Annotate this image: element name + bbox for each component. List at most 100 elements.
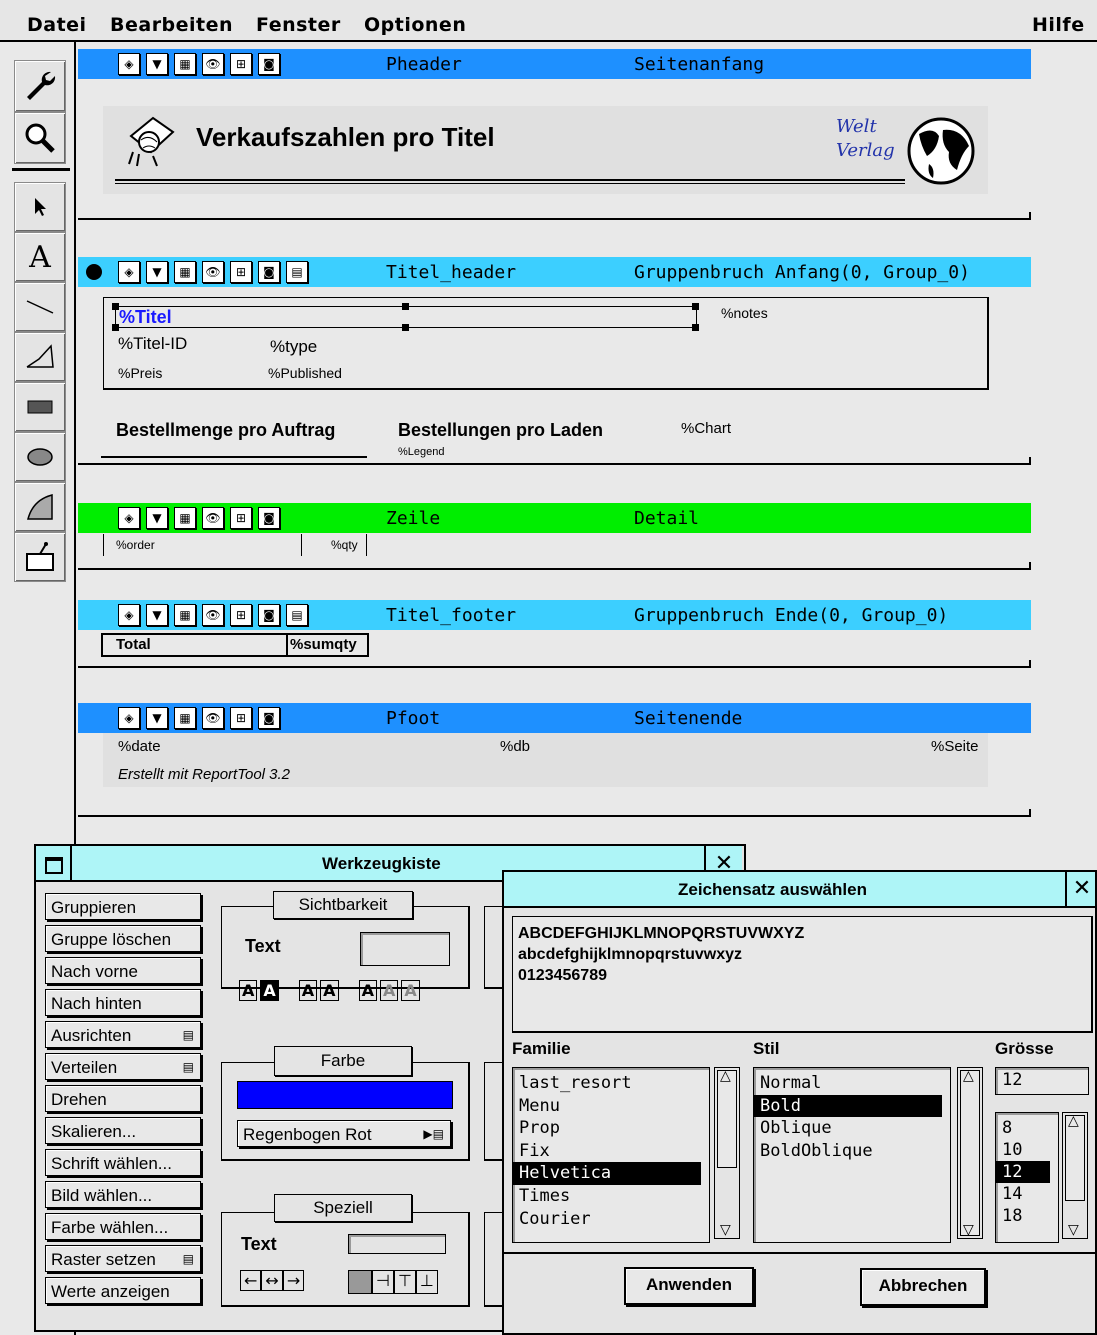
legend-field[interactable]: %Legend [398, 446, 445, 458]
list-item[interactable]: 8 [996, 1117, 1058, 1139]
align-left-icon[interactable]: ← [240, 1270, 262, 1291]
seite-field[interactable]: %Seite [931, 738, 979, 755]
image-tool[interactable] [14, 532, 66, 582]
werte-anzeigen-button[interactable]: Werte anzeigen [45, 1277, 201, 1304]
dropdown-triangle-icon[interactable]: ▼ [146, 604, 168, 626]
align-right-icon[interactable]: → [282, 1270, 305, 1291]
ausrichten-button[interactable]: Ausrichten ▤ [45, 1021, 201, 1048]
list-item-selected[interactable]: Bold [754, 1094, 942, 1118]
diamond-icon[interactable]: ◈ [118, 53, 140, 75]
eye-icon[interactable]: 👁 [202, 707, 224, 729]
skalieren-button[interactable]: Skalieren... [45, 1117, 201, 1144]
list-item[interactable]: 18 [996, 1205, 1058, 1227]
dropdown-triangle-icon[interactable]: ▼ [146, 53, 168, 75]
style-scrollbar[interactable]: △ ▽ [957, 1067, 983, 1239]
list-item[interactable]: 14 [996, 1183, 1058, 1205]
dropdown-triangle-icon[interactable]: ▼ [146, 707, 168, 729]
grid-icon[interactable]: ▦ [174, 261, 196, 283]
visible-box-icon[interactable]: ◙ [258, 507, 280, 529]
chart-field[interactable]: %Chart [681, 420, 731, 437]
border-left-icon[interactable]: ⊣ [372, 1270, 394, 1294]
scroll-up-icon[interactable]: △ [963, 1068, 974, 1084]
resize-handle[interactable] [112, 303, 119, 310]
list-item[interactable]: Oblique [754, 1117, 950, 1140]
resize-handle[interactable] [692, 303, 699, 310]
table-icon[interactable]: ▤ [286, 261, 308, 283]
credit-text[interactable]: Erstellt mit ReportTool 3.2 [118, 766, 290, 783]
eye-icon[interactable]: 👁 [202, 507, 224, 529]
size-input[interactable]: 12 [995, 1067, 1089, 1095]
family-list[interactable]: last_resort Menu Prop Fix Helvetica Time… [512, 1067, 710, 1243]
date-field[interactable]: %date [118, 738, 161, 755]
eye-icon[interactable]: 👁 [202, 604, 224, 626]
wrench-tool[interactable] [14, 60, 66, 112]
eye-icon[interactable]: 👁 [202, 53, 224, 75]
dropdown-triangle-icon[interactable]: ▼ [146, 507, 168, 529]
list-item[interactable]: Times [513, 1185, 709, 1208]
band-zeile[interactable]: ◈ ▼ ▦ 👁 ⊞ ◙ Zeile Detail [78, 503, 1031, 533]
grid-icon[interactable]: ▦ [174, 507, 196, 529]
band-titel-header[interactable]: ◈ ▼ ▦ 👁 ⊞ ◙ ▤ Titel_header Gruppenbruch … [78, 257, 1031, 287]
sumqty-field[interactable]: %sumqty [290, 636, 357, 653]
abbrechen-button[interactable]: Abbrechen [860, 1268, 986, 1306]
diamond-icon[interactable]: ◈ [118, 261, 140, 283]
align-center-icon[interactable]: ↔ [261, 1270, 283, 1291]
line-tool[interactable] [14, 282, 66, 332]
grid-icon[interactable]: ▦ [174, 604, 196, 626]
font-dialog-titlebar[interactable]: Zeichensatz auswählen ✕ [504, 872, 1095, 908]
border-bottom-icon[interactable]: ⊥ [415, 1270, 438, 1294]
published-field[interactable]: %Published [268, 365, 342, 381]
text-outline-icon[interactable]: A [379, 980, 399, 1001]
grid-icon[interactable]: ▦ [174, 53, 196, 75]
type-field[interactable]: %type [270, 337, 317, 357]
visible-box-icon[interactable]: ◙ [258, 604, 280, 626]
dotgrid-icon[interactable]: ⊞ [230, 507, 252, 529]
text-plain-icon[interactable]: A [320, 980, 339, 1001]
titel-field[interactable]: %Titel [119, 307, 172, 328]
list-item[interactable]: BoldOblique [754, 1140, 950, 1163]
drehen-button[interactable]: Drehen [45, 1085, 201, 1112]
size-list[interactable]: 8 10 12 14 18 [995, 1112, 1059, 1243]
border-fill-icon[interactable] [348, 1270, 372, 1294]
scroll-thumb[interactable] [717, 1070, 737, 1168]
border-top-icon[interactable]: ⊤ [393, 1270, 416, 1294]
band-pheader[interactable]: ◈ ▼ ▦ 👁 ⊞ ◙ Pheader Seitenanfang [78, 49, 1031, 79]
menu-hilfe[interactable]: Hilfe [1032, 14, 1085, 36]
window-menu-button[interactable] [36, 846, 72, 880]
menu-bearbeiten[interactable]: Bearbeiten [110, 14, 233, 36]
style-list[interactable]: Normal Bold Oblique BoldOblique [753, 1067, 951, 1243]
text-visible-icon[interactable]: A [239, 980, 258, 1001]
preis-field[interactable]: %Preis [118, 365, 162, 381]
family-scrollbar[interactable]: △ ▽ [714, 1067, 740, 1239]
dotgrid-icon[interactable]: ⊞ [230, 261, 252, 283]
list-item[interactable]: Menu [513, 1095, 709, 1118]
menu-datei[interactable]: Datei [27, 14, 87, 36]
list-item[interactable]: Normal [754, 1072, 950, 1095]
eye-icon[interactable]: 👁 [202, 261, 224, 283]
gruppieren-button[interactable]: Gruppieren [45, 893, 201, 920]
notes-field[interactable]: %notes [721, 305, 768, 321]
scroll-thumb[interactable] [960, 1070, 980, 1236]
titel-id-field[interactable]: %Titel-ID [118, 334, 187, 354]
dropdown-triangle-icon[interactable]: ▼ [146, 261, 168, 283]
diamond-icon[interactable]: ◈ [118, 507, 140, 529]
size-scrollbar[interactable]: △ ▽ [1062, 1112, 1088, 1239]
resize-handle[interactable] [402, 303, 409, 310]
scroll-up-icon[interactable]: △ [1068, 1113, 1079, 1129]
text-shadow-icon[interactable]: A [358, 980, 377, 1001]
diamond-icon[interactable]: ◈ [118, 707, 140, 729]
grid-icon[interactable]: ▦ [174, 707, 196, 729]
menu-optionen[interactable]: Optionen [364, 14, 466, 36]
scroll-down-icon[interactable]: ▽ [1068, 1222, 1079, 1238]
list-item[interactable]: Courier [513, 1208, 709, 1231]
band-pfoot[interactable]: ◈ ▼ ▦ 👁 ⊞ ◙ Pfoot Seitenende [78, 703, 1031, 733]
area-tool[interactable] [14, 482, 66, 532]
scroll-down-icon[interactable]: ▽ [963, 1222, 974, 1238]
visible-box-icon[interactable]: ◙ [258, 707, 280, 729]
visible-box-icon[interactable]: ◙ [258, 53, 280, 75]
list-item[interactable]: 10 [996, 1139, 1058, 1161]
color-option-button[interactable]: Regenbogen Rot ▶▤ [237, 1120, 451, 1147]
scroll-down-icon[interactable]: ▽ [720, 1222, 731, 1238]
color-swatch[interactable] [237, 1081, 453, 1109]
zoom-tool[interactable] [14, 112, 66, 164]
